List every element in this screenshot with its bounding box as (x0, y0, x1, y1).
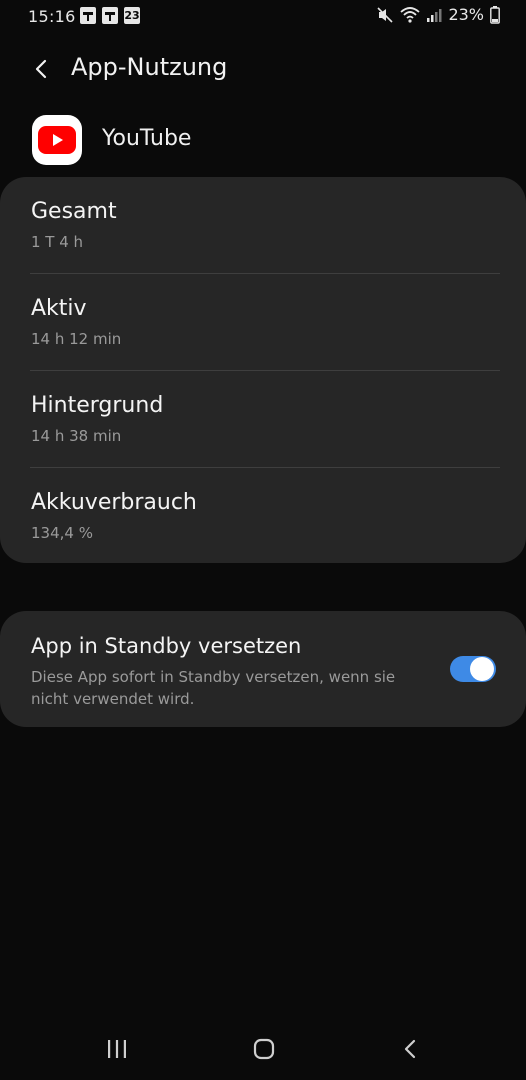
home-icon (253, 1038, 275, 1060)
nav-back-button[interactable] (391, 1034, 431, 1064)
standby-setting[interactable]: App in Standby versetzen Diese App sofor… (0, 611, 526, 727)
standby-title: App in Standby versetzen (31, 634, 302, 658)
youtube-icon (32, 115, 82, 165)
app-name: YouTube (102, 126, 192, 151)
recent-apps-button[interactable] (97, 1034, 137, 1064)
usage-label: Aktiv (31, 296, 87, 321)
notification-icons: 23 (80, 7, 140, 24)
usage-card: Gesamt 1 T 4 h Aktiv 14 h 12 min Hinterg… (0, 177, 526, 563)
usage-label: Gesamt (31, 199, 117, 224)
calendar-icon: 23 (124, 7, 140, 24)
usage-label: Hintergrund (31, 393, 164, 418)
recent-apps-icon (108, 1040, 126, 1058)
usage-item-active[interactable]: Aktiv 14 h 12 min (0, 274, 526, 370)
app-usage-screen: 15:16 23 23% App-Nutzung YouTube Gesamt … (0, 0, 526, 1080)
usage-value: 14 h 12 min (31, 330, 122, 348)
app-info-row: YouTube (0, 114, 526, 168)
usage-item-total[interactable]: Gesamt 1 T 4 h (0, 177, 526, 273)
chevron-left-icon (35, 59, 47, 79)
status-indicators: 23% (376, 5, 500, 24)
back-icon (404, 1039, 416, 1059)
notification-app-icon (102, 7, 118, 24)
usage-item-battery[interactable]: Akkuverbrauch 134,4 % (0, 468, 526, 564)
usage-value: 14 h 38 min (31, 427, 122, 445)
notification-app-icon (80, 7, 96, 24)
page-title: App-Nutzung (71, 53, 228, 81)
usage-label: Akkuverbrauch (31, 490, 197, 515)
usage-value: 134,4 % (31, 524, 93, 542)
toggle-knob (470, 657, 494, 681)
standby-description: Diese App sofort in Standby versetzen, w… (31, 668, 396, 708)
battery-percentage: 23% (448, 5, 484, 24)
navigation-bar (0, 1020, 526, 1080)
usage-item-background[interactable]: Hintergrund 14 h 38 min (0, 371, 526, 467)
standby-toggle[interactable] (450, 656, 496, 682)
usage-value: 1 T 4 h (31, 233, 84, 251)
calendar-day: 23 (124, 9, 140, 22)
signal-icon (427, 8, 442, 22)
battery-icon (490, 5, 500, 24)
header: App-Nutzung (0, 44, 526, 94)
status-bar: 15:16 23 23% (0, 0, 526, 34)
back-button[interactable] (26, 54, 56, 84)
home-button[interactable] (244, 1034, 284, 1064)
mute-icon (377, 6, 394, 23)
status-time: 15:16 (28, 7, 76, 26)
wifi-icon (400, 6, 421, 23)
